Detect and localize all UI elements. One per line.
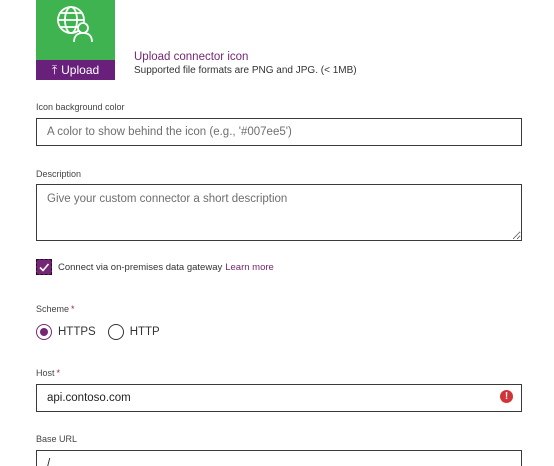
base-url-label: Base URL [36, 434, 77, 444]
icon-background-input[interactable] [36, 118, 522, 146]
icon-background-label-text: Icon background color [36, 102, 125, 112]
error-icon: ! [500, 390, 513, 403]
scheme-radio-group: HTTPS HTTP [36, 324, 172, 340]
base-url-label-text: Base URL [36, 434, 78, 444]
upload-button-label: Upload [61, 63, 100, 77]
base-url-input[interactable] [36, 450, 522, 466]
radio-selected-dot [40, 328, 48, 336]
icon-background-label: Icon background color [36, 102, 125, 112]
scheme-label: Scheme * [36, 304, 75, 314]
description-label: Description [36, 169, 81, 179]
https-radio[interactable] [36, 324, 52, 340]
globe-person-icon [57, 6, 93, 43]
gateway-row: Connect via on-premises data gateway Lea… [36, 259, 274, 275]
connector-icon-preview: ⤒ Upload [36, 0, 115, 80]
https-label: HTTPS [58, 326, 96, 338]
host-label-text: Host [36, 368, 55, 378]
description-textarea[interactable] [36, 184, 522, 241]
learn-more-link[interactable]: Learn more [225, 262, 274, 273]
gateway-checkbox[interactable] [36, 259, 52, 275]
checkmark-icon [39, 263, 50, 272]
host-input[interactable] [36, 384, 522, 412]
host-label: Host * [36, 368, 60, 378]
scheme-option-http[interactable]: HTTP [107, 324, 160, 340]
description-label-text: Description [36, 169, 82, 179]
scheme-label-text: Scheme [36, 304, 70, 314]
upload-info: Upload connector icon Supported file for… [134, 50, 357, 78]
host-required-mark: * [56, 368, 61, 378]
scheme-option-https[interactable]: HTTPS [36, 324, 96, 340]
scheme-required-mark: * [71, 304, 75, 314]
connector-general-form: ⤒ Upload Upload connector icon Supported … [0, 0, 554, 466]
upload-button[interactable]: ⤒ Upload [36, 60, 115, 80]
gateway-label: Connect via on-premises data gateway [58, 261, 223, 273]
http-radio[interactable] [107, 324, 124, 340]
http-label: HTTP [129, 326, 160, 338]
upload-arrow-icon: ⤒ [51, 63, 58, 77]
upload-format-hint: Supported file formats are PNG and JPG. … [134, 65, 357, 76]
upload-connector-icon-link[interactable]: Upload connector icon [134, 50, 357, 64]
